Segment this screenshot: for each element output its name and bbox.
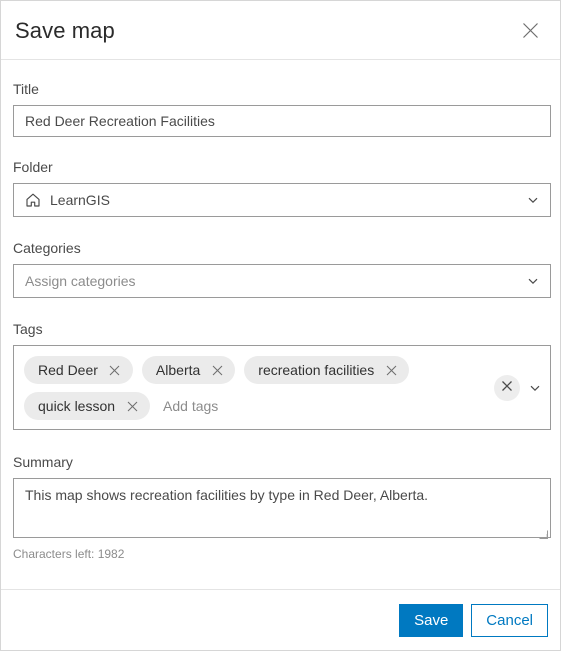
tag-chip[interactable]: Alberta <box>141 356 236 384</box>
categories-select[interactable]: Assign categories <box>13 264 551 298</box>
tags-field-group: Tags Red Deer Alberta recreation facilit… <box>13 321 551 430</box>
tag-chip[interactable]: quick lesson <box>24 392 151 420</box>
save-button[interactable]: Save <box>399 603 464 637</box>
tags-actions <box>488 374 542 401</box>
tag-chip-label: Alberta <box>155 362 201 378</box>
characters-left-counter: Characters left: 1982 <box>13 547 125 561</box>
folder-select[interactable]: LearnGIS <box>13 183 551 217</box>
summary-textarea-wrap: This map shows recreation facilities by … <box>13 478 551 540</box>
tag-chip[interactable]: recreation facilities <box>244 356 410 384</box>
tags-label: Tags <box>13 321 43 337</box>
tag-chip-label: Red Deer <box>38 362 98 378</box>
folder-label: Folder <box>13 159 53 175</box>
summary-label: Summary <box>13 454 73 470</box>
tag-chip-label: quick lesson <box>38 398 116 414</box>
close-icon <box>501 380 513 395</box>
chevron-down-icon <box>526 193 540 207</box>
summary-field-group: Summary This map shows recreation facili… <box>13 454 551 561</box>
folder-value: LearnGIS <box>50 192 110 208</box>
categories-field-group: Categories Assign categories <box>13 240 551 298</box>
close-button[interactable] <box>516 16 544 44</box>
tags-chip-area: Red Deer Alberta recreation facilities q… <box>24 355 488 420</box>
cancel-button[interactable]: Cancel <box>471 603 548 637</box>
page-title: Save map <box>15 18 115 43</box>
categories-label: Categories <box>13 240 81 256</box>
chevron-down-icon <box>526 274 540 288</box>
title-input[interactable] <box>13 105 551 137</box>
dialog-header: Save map <box>1 1 560 60</box>
close-icon[interactable] <box>108 363 122 377</box>
tag-chip[interactable]: Red Deer <box>24 356 133 384</box>
add-tags-input[interactable] <box>159 394 284 418</box>
save-map-dialog: Save map Title Folder <box>0 0 561 651</box>
title-field-group: Title <box>13 81 551 137</box>
chevron-down-icon[interactable] <box>528 381 542 395</box>
close-icon[interactable] <box>125 399 139 413</box>
tags-combobox[interactable]: Red Deer Alberta recreation facilities q… <box>13 345 551 430</box>
close-icon[interactable] <box>384 363 398 377</box>
home-icon <box>25 192 41 208</box>
close-icon[interactable] <box>210 363 224 377</box>
dialog-body: Title Folder LearnGIS <box>1 60 560 589</box>
summary-textarea[interactable]: This map shows recreation facilities by … <box>13 478 551 538</box>
close-icon <box>522 22 539 39</box>
clear-all-tags-button[interactable] <box>494 374 520 401</box>
folder-field-group: Folder LearnGIS <box>13 159 551 217</box>
dialog-footer: Save Cancel <box>1 589 560 650</box>
categories-placeholder: Assign categories <box>25 273 136 289</box>
title-label: Title <box>13 81 39 97</box>
tag-chip-label: recreation facilities <box>258 362 375 378</box>
